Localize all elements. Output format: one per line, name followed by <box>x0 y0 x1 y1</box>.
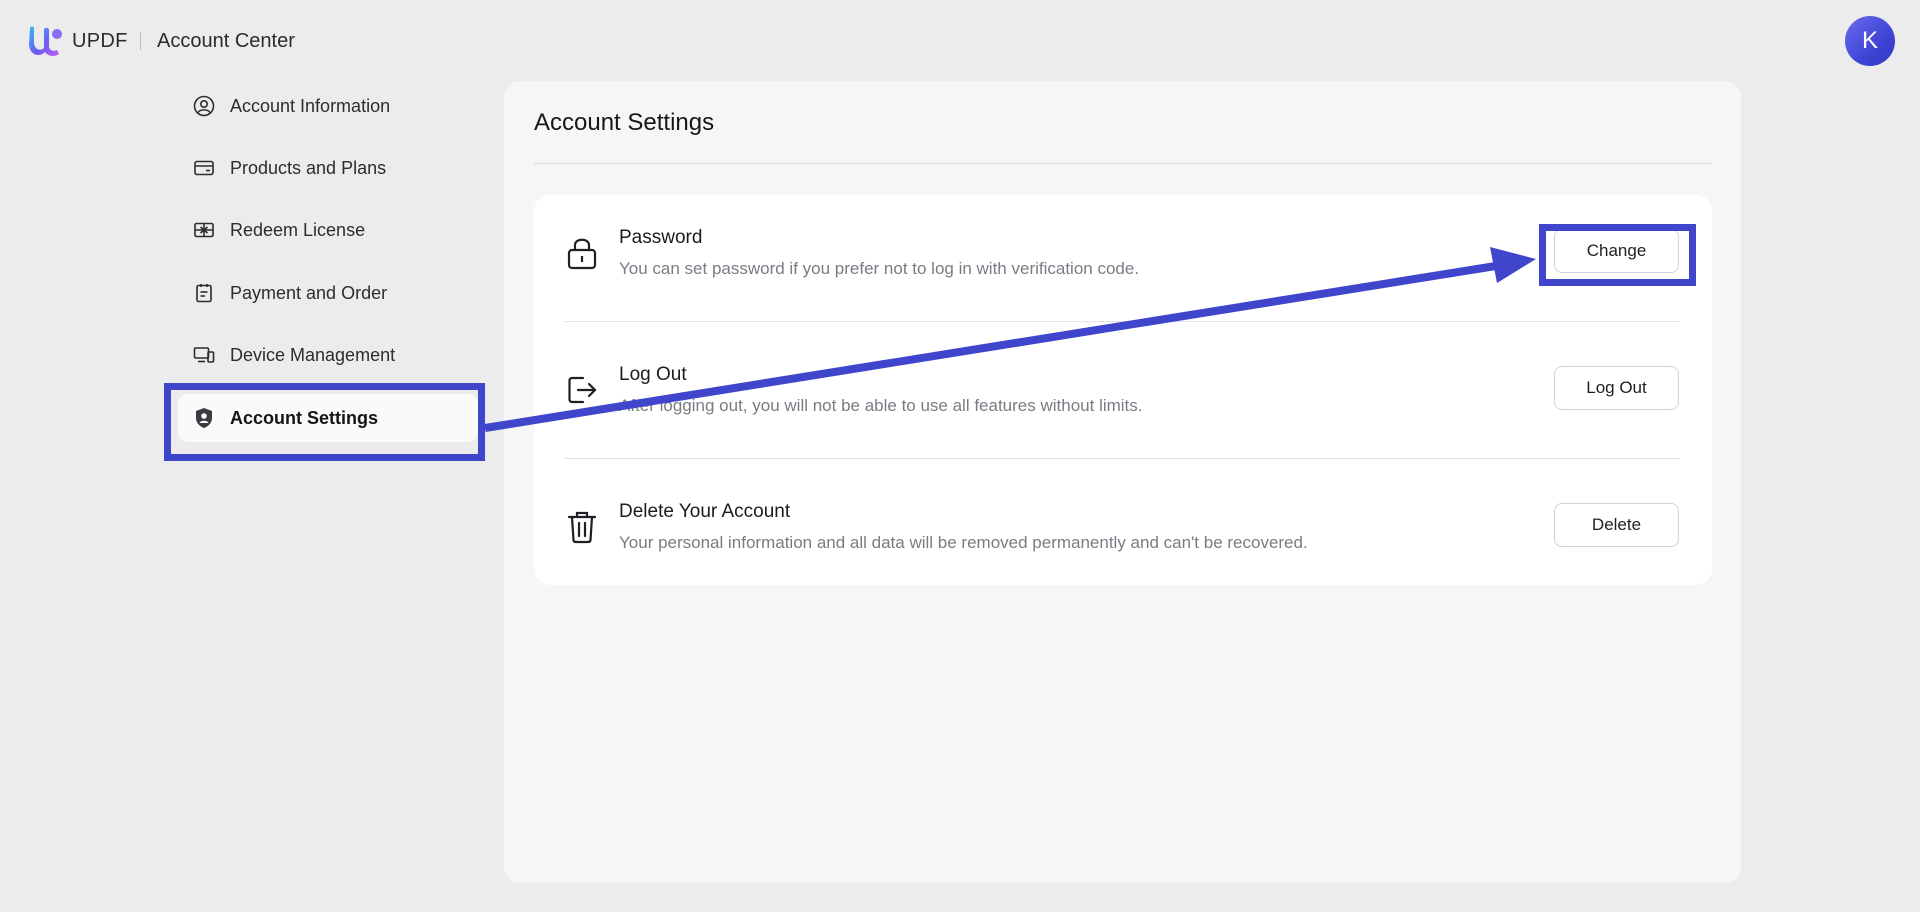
delete-account-section: Delete Your Account Your personal inform… <box>534 469 1712 606</box>
header-divider <box>140 32 141 50</box>
sidebar-item-device-management[interactable]: Device Management <box>178 331 478 379</box>
updf-logo-icon[interactable] <box>26 24 64 57</box>
delete-account-title: Delete Your Account <box>619 501 791 522</box>
sidebar-item-account-information[interactable]: Account Information <box>178 82 478 130</box>
password-section: Password You can set password if you pre… <box>534 195 1712 332</box>
sidebar-item-label: Payment and Order <box>230 282 388 303</box>
sidebar-item-label: Account Information <box>230 95 391 116</box>
section-divider <box>564 458 1680 459</box>
sidebar-item-payment-and-order[interactable]: Payment and Order <box>178 269 478 317</box>
card-icon <box>192 156 216 180</box>
settings-card: Password You can set password if you pre… <box>534 195 1712 585</box>
sidebar-item-label: Products and Plans <box>230 157 387 178</box>
page-title: Account Settings <box>534 109 715 136</box>
logout-icon <box>568 376 597 404</box>
sidebar-item-label: Device Management <box>230 344 396 365</box>
header-title: Account Center <box>157 30 295 52</box>
sidebar-item-label: Account Settings <box>230 407 379 428</box>
user-circle-icon <box>192 94 216 118</box>
shield-user-icon <box>192 406 216 430</box>
delete-account-description: Your personal information and all data w… <box>619 533 1308 552</box>
account-settings-panel: Account Settings Password You can set pa… <box>504 81 1741 883</box>
delete-account-button[interactable]: Delete <box>1554 503 1679 547</box>
password-title: Password <box>619 227 703 248</box>
logout-description: After logging out, you will not be able … <box>619 396 1143 415</box>
sidebar-item-label: Redeem License <box>230 219 366 240</box>
gift-icon <box>192 218 216 242</box>
receipt-icon <box>192 281 216 305</box>
change-password-button[interactable]: Change <box>1554 229 1679 273</box>
logout-button[interactable]: Log Out <box>1554 366 1679 410</box>
trash-icon <box>567 511 597 544</box>
user-avatar[interactable]: K <box>1845 16 1895 66</box>
lock-icon <box>567 238 597 270</box>
title-divider <box>534 163 1712 164</box>
devices-icon <box>192 343 216 367</box>
sidebar-item-redeem-license[interactable]: Redeem License <box>178 206 478 254</box>
section-divider <box>564 321 1680 322</box>
brand-name: UPDF <box>72 30 128 52</box>
sidebar-item-account-settings[interactable]: Account Settings <box>178 394 478 442</box>
avatar-initial: K <box>1861 27 1878 54</box>
password-description: You can set password if you prefer not t… <box>619 259 1140 278</box>
sidebar-item-products-and-plans[interactable]: Products and Plans <box>178 144 478 192</box>
logout-title: Log Out <box>619 364 687 385</box>
logout-section: Log Out After logging out, you will not … <box>534 332 1712 469</box>
header: UPDF Account Center K <box>0 0 1920 80</box>
